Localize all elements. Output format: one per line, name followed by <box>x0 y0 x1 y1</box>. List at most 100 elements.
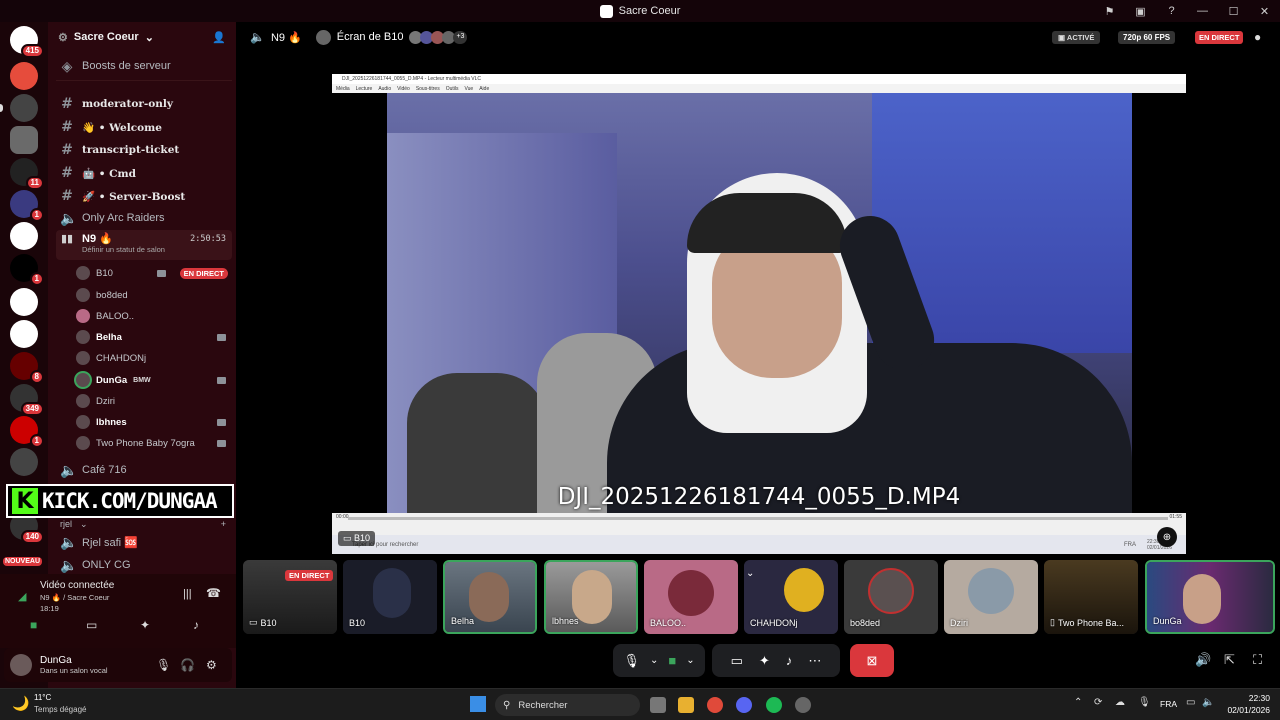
help-icon[interactable]: ? <box>1156 5 1187 17</box>
participant-tile[interactable]: BALOO.. <box>644 560 738 634</box>
server-icon[interactable] <box>10 94 38 122</box>
microphone-icon[interactable]: 🎙 <box>623 653 640 669</box>
vlc-seek-bar[interactable] <box>348 517 1168 520</box>
chevron-down-icon[interactable]: ⌄ <box>650 655 658 666</box>
discord-icon[interactable] <box>736 697 752 713</box>
channel-cmd[interactable]: # 🤖 • Cmd <box>56 163 232 183</box>
server-boosts[interactable]: ◈ Boosts de serveur <box>56 56 232 76</box>
voice-channel-n9[interactable]: ▮▮ N9 🔥 Définir un statut de salon 2:50:… <box>56 230 232 260</box>
vlc-menu-item[interactable]: Média <box>336 86 350 92</box>
voice-user[interactable]: lbhnes <box>76 413 232 431</box>
screen-share-icon[interactable]: ▭ <box>86 618 97 632</box>
weather-icon[interactable]: 🌙 <box>12 695 29 712</box>
language-indicator[interactable]: FRA <box>1160 699 1177 709</box>
participant-tile[interactable]: DunGa <box>1145 560 1275 634</box>
network-icon[interactable]: ▭ <box>1186 697 1195 708</box>
taskbar-search[interactable]: ⚲ Rechercher <box>495 694 640 716</box>
flag-icon[interactable]: ⚑ <box>1094 5 1125 18</box>
server-icon[interactable] <box>10 320 38 348</box>
add-channel-icon[interactable]: + <box>221 519 226 529</box>
voice-user[interactable]: B10 EN DIRECT <box>76 264 232 282</box>
user-avatar[interactable] <box>10 654 32 676</box>
voice-location[interactable]: N9 🔥 / Sacre Coeur <box>40 593 109 602</box>
file-explorer-icon[interactable] <box>678 697 694 713</box>
voice-user[interactable]: Two Phone Baby 7ogra <box>76 434 232 452</box>
sync-icon[interactable]: ⟳ <box>1094 697 1102 708</box>
voice-status-hint[interactable]: Définir un statut de salon <box>82 245 165 254</box>
channel-only-arc-raiders[interactable]: 🔈 Only Arc Raiders <box>56 208 232 228</box>
cloud-icon[interactable]: ☁ <box>1115 697 1125 708</box>
participant-tile[interactable]: Dziri <box>944 560 1038 634</box>
server-header[interactable]: ⚙ Sacre Coeur ⌄ 👤 <box>48 22 236 52</box>
server-icon[interactable]: 8 <box>10 352 44 384</box>
vlc-menu-item[interactable]: Vidéo <box>397 86 410 92</box>
viewer-avatars[interactable]: +3 <box>409 30 468 44</box>
channel-welcome[interactable]: # 👋 • Welcome <box>56 117 232 137</box>
chevron-down-icon[interactable]: ⌄ <box>746 568 754 579</box>
fullscreen-icon[interactable]: ⛶ <box>1253 652 1262 668</box>
camera-toggle-icon[interactable]: ■ <box>30 618 37 632</box>
task-view-icon[interactable] <box>650 697 666 713</box>
server-icon[interactable]: 1 <box>10 254 44 286</box>
participant-tile[interactable]: Belha <box>443 560 537 634</box>
chevron-up-icon[interactable]: ⌃ <box>1074 697 1082 708</box>
popout-icon[interactable]: ⇱ <box>1224 652 1235 668</box>
voice-user[interactable]: BALOO.. <box>76 307 232 325</box>
voice-user[interactable]: CHAHDONj <box>76 349 232 367</box>
participant-tile[interactable]: B10 <box>343 560 437 634</box>
vlc-menu-item[interactable]: Vue <box>465 86 474 92</box>
date[interactable]: 02/01/2026 <box>1222 705 1270 715</box>
soundboard-bars-icon[interactable]: ||| <box>183 588 192 600</box>
soundboard-icon[interactable]: ♪ <box>193 618 199 632</box>
clock[interactable]: 22:30 <box>1226 693 1270 703</box>
maximize-button[interactable]: ☐ <box>1218 5 1249 18</box>
participant-tile[interactable]: EN DIRECT ▭ B10 <box>243 560 337 634</box>
headphones-icon[interactable]: 🎧 <box>180 658 195 672</box>
inbox-icon[interactable]: ▣ <box>1125 5 1156 18</box>
server-icon[interactable] <box>10 448 38 476</box>
voice-user[interactable]: Dziri <box>76 392 232 410</box>
soundboard-icon[interactable]: ♪ <box>786 653 793 668</box>
server-icon[interactable]: 1 <box>10 416 44 448</box>
vlc-menu-item[interactable]: Audio <box>378 86 391 92</box>
stop-stream-button[interactable]: ⊠ <box>850 644 894 677</box>
participant-tile[interactable]: ⌄ CHAHDONj <box>744 560 838 634</box>
vlc-menu-item[interactable]: Sous-titres <box>416 86 440 92</box>
server-icon[interactable] <box>10 62 38 90</box>
more-options-icon[interactable]: ⋯ <box>808 653 821 669</box>
minimize-button[interactable]: — <box>1187 5 1218 17</box>
add-member-icon[interactable]: 👤 <box>212 31 226 44</box>
zoom-icon[interactable]: ⊕ <box>1157 527 1177 547</box>
channel-moderator-only[interactable]: # moderator-only <box>56 94 232 114</box>
channel-only-cg[interactable]: 🔈 ONLY CG <box>56 555 232 575</box>
server-icon[interactable]: 11 <box>10 158 44 190</box>
channel-cafe-716[interactable]: 🔈 Café 716 <box>56 460 232 480</box>
voice-user[interactable]: bo8ded <box>76 286 232 304</box>
voice-user[interactable]: Belha <box>76 328 232 346</box>
vlc-menu-item[interactable]: Aide <box>479 86 489 92</box>
channel-rjel-safi[interactable]: 🔈 Rjel safi 🆘 <box>56 532 232 552</box>
activities-icon[interactable]: ✦ <box>759 653 770 669</box>
disconnect-icon[interactable]: ☎ <box>206 586 221 600</box>
participant-tile[interactable]: lbhnes <box>544 560 638 634</box>
vlc-menu-item[interactable]: Lecture <box>356 86 373 92</box>
channel-transcript-ticket[interactable]: # transcript-ticket <box>56 140 232 160</box>
home-button[interactable]: 415 <box>10 26 44 58</box>
chrome-icon[interactable] <box>707 697 723 713</box>
server-icon[interactable]: 1 <box>10 190 44 222</box>
quality-badge[interactable]: 720p 60 FPS <box>1118 31 1176 44</box>
mic-tray-icon[interactable]: 🎙 <box>1138 697 1151 708</box>
start-button[interactable] <box>470 696 486 712</box>
channel-server-boost[interactable]: # 🚀 • Server-Boost <box>56 186 232 206</box>
app-icon[interactable] <box>795 697 811 713</box>
camera-icon[interactable]: ■ <box>668 653 676 668</box>
microphone-icon[interactable]: 🎙 <box>156 658 171 672</box>
close-button[interactable]: ✕ <box>1249 5 1280 18</box>
screen-share-icon[interactable]: ▭ <box>731 653 743 669</box>
chat-icon[interactable]: ● <box>1254 30 1261 44</box>
volume-icon[interactable]: 🔊 <box>1195 652 1211 668</box>
server-icon-active[interactable] <box>10 126 38 154</box>
spotify-icon[interactable] <box>766 697 782 713</box>
participant-tile[interactable]: ▯ Two Phone Ba... <box>1044 560 1138 634</box>
server-icon[interactable]: 349 <box>10 384 44 416</box>
